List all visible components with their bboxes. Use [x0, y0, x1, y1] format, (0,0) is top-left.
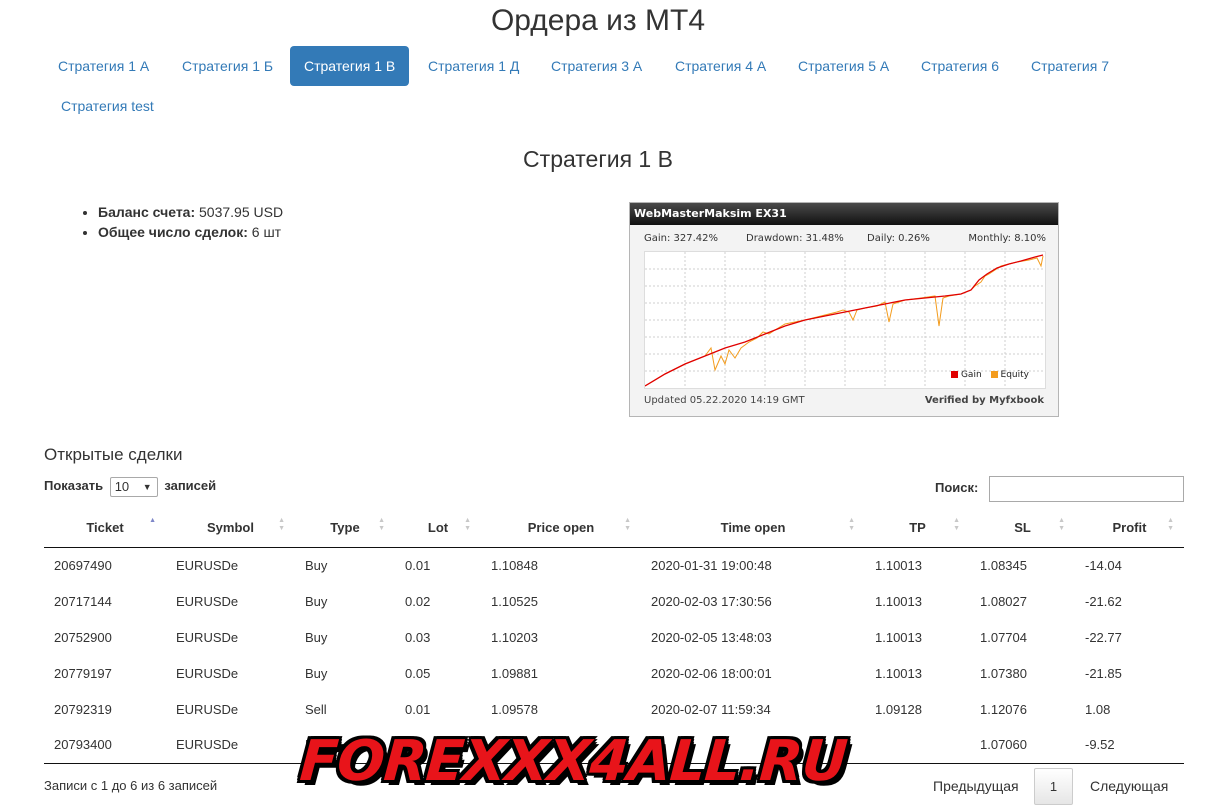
chart-grid: [645, 252, 1045, 388]
gain-swatch: [950, 371, 958, 378]
page-1-button[interactable]: 1: [1034, 768, 1073, 805]
balance-label: Баланс счета:: [98, 204, 196, 220]
widget-body: Gain: 327.42% Drawdown: 31.48% Daily: 0.…: [630, 225, 1058, 416]
deals-item: Общее число сделок: 6 шт: [98, 222, 283, 242]
gain-line: [644, 254, 1044, 387]
equity-line: [644, 255, 1044, 387]
account-stats: Баланс счета: 5037.95 USD Общее число сд…: [60, 202, 283, 242]
col-sl[interactable]: SL ▲ ▼: [970, 508, 1075, 548]
col-type[interactable]: Type ▲ ▼: [295, 508, 395, 548]
widget-plot-area: Gain Equity: [644, 251, 1046, 389]
watermark-logo: FOREXXX4ALL.RU: [297, 729, 849, 794]
page-length-value: 10: [114, 478, 130, 494]
table-row: 20752900 EURUSDe Buy 0.03 1.10203 2020-02-05 …: [54, 629, 1122, 645]
next-page-button[interactable]: Следующая: [1090, 768, 1168, 804]
show-label: Показать: [44, 478, 104, 493]
chart-legend: Gain Equity: [945, 370, 1029, 380]
table-row: 20697490 EURUSDe Buy 0.01 1.10848 2020-01-31 …: [54, 557, 1122, 573]
widget-gain: Gain: 327.42%: [644, 233, 719, 244]
tab-strategy-test[interactable]: Стратегия test: [47, 86, 168, 126]
legend-gain: Gain: [960, 370, 982, 380]
myfxbook-widget[interactable]: WebMasterMaksim EX31 Gain: 327.42% Drawd…: [629, 202, 1059, 417]
widget-daily: Daily: 0.26%: [867, 233, 930, 244]
sort-icon: ▲ ▼: [278, 517, 285, 532]
sort-icon: ▲ ▼: [953, 517, 960, 532]
widget-drawdown: Drawdown: 31.48%: [746, 233, 844, 244]
sort-icon: ▲ ▼: [1058, 517, 1065, 532]
sort-icon: ▲ ▼: [464, 517, 471, 532]
tab-strategy-1v[interactable]: Стратегия 1 В: [290, 46, 410, 86]
gain-chart: [644, 252, 1045, 388]
tab-strategy-6[interactable]: Стратегия 6: [907, 46, 1013, 86]
page-length-select[interactable]: 10 ▼: [109, 476, 158, 497]
widget-verified: Verified by Myfxbook: [924, 395, 1044, 406]
tab-strategy-3a[interactable]: Стратегия 3 А: [537, 46, 656, 86]
widget-title: WebMasterMaksim EX31: [630, 203, 1058, 225]
page-length-control: Показать 10 ▼ записей: [44, 476, 216, 497]
col-time-open[interactable]: Time open ▲ ▼: [641, 508, 865, 548]
tab-strategy-1d[interactable]: Стратегия 1 Д: [414, 46, 533, 86]
strategy-title: Стратегия 1 В: [523, 146, 673, 172]
col-ticket[interactable]: Ticket ▲: [44, 508, 166, 548]
sort-icon: ▲ ▼: [1167, 517, 1174, 532]
equity-swatch: [990, 371, 998, 378]
sort-icon: ▲ ▼: [848, 517, 855, 532]
table-header-row: Ticket ▲ Symbol ▲ ▼ Type ▲ ▼ Lot ▲ ▼ Price open…: [44, 508, 1184, 548]
tab-strategy-1b[interactable]: Стратегия 1 Б: [168, 46, 287, 86]
sort-icon: ▲ ▼: [624, 517, 631, 532]
balance-item: Баланс счета: 5037.95 USD: [98, 202, 283, 222]
balance-value: 5037.95 USD: [199, 204, 284, 220]
chevron-down-icon: ▼: [142, 481, 152, 492]
page-title: Ордера из MT4: [490, 4, 706, 37]
table-row: 20779197 EURUSDe Buy 0.05 1.09881 2020-02-06 …: [54, 665, 1122, 681]
sort-icon: ▲ ▼: [378, 517, 385, 532]
deals-label: Общее число сделок:: [98, 224, 248, 240]
col-tp[interactable]: TP ▲ ▼: [865, 508, 970, 548]
table-row: 20717144 EURUSDe Buy 0.02 1.10525 2020-02-03 …: [54, 593, 1122, 609]
prev-page-button[interactable]: Предыдущая: [933, 768, 1019, 804]
widget-updated: Updated 05.22.2020 14:19 GMT: [644, 395, 805, 406]
tab-strategy-1a[interactable]: Стратегия 1 А: [44, 46, 163, 86]
col-lot[interactable]: Lot ▲ ▼: [395, 508, 481, 548]
col-symbol[interactable]: Symbol ▲ ▼: [166, 508, 295, 548]
tab-strategy-4a[interactable]: Стратегия 4 А: [661, 46, 780, 86]
open-trades-title: Открытые сделки: [44, 445, 183, 464]
sort-asc-icon: ▲: [149, 517, 156, 524]
tab-strategy-5a[interactable]: Стратегия 5 А: [784, 46, 903, 86]
search-input[interactable]: [989, 476, 1184, 502]
legend-equity: Equity: [1000, 370, 1029, 380]
col-profit[interactable]: Profit ▲ ▼: [1075, 508, 1184, 548]
widget-monthly: Monthly: 8.10%: [968, 233, 1046, 244]
table-info: Записи с 1 до 6 из 6 записей: [44, 778, 218, 793]
deals-value: 6 шт: [251, 224, 282, 240]
search-label: Поиск:: [935, 480, 979, 495]
widget-stats: Gain: 327.42% Drawdown: 31.48% Daily: 0.…: [630, 233, 1058, 247]
col-price-open[interactable]: Price open ▲ ▼: [481, 508, 641, 548]
entries-label: записей: [164, 478, 217, 493]
tab-strategy-7[interactable]: Стратегия 7: [1017, 46, 1123, 86]
